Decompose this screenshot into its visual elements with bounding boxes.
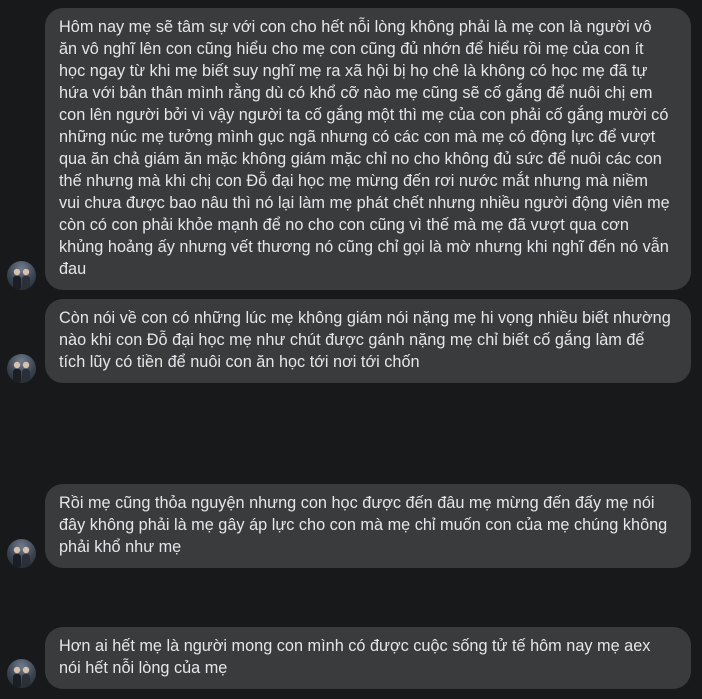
avatar[interactable] — [7, 539, 36, 568]
avatar[interactable] — [7, 354, 36, 383]
message-bubble[interactable]: Rồi mẹ cũng thỏa nguyện nhưng con học đư… — [45, 484, 691, 568]
avatar[interactable] — [7, 261, 36, 290]
avatar[interactable] — [7, 659, 36, 688]
message-bubble[interactable]: Còn nói về con có những lúc mẹ không giá… — [45, 299, 691, 383]
message-bubble[interactable]: Hơn ai hết mẹ là người mong con mình có … — [45, 627, 691, 689]
message-bubble[interactable]: Hôm nay mẹ sẽ tâm sự với con cho hết nỗi… — [45, 8, 691, 290]
